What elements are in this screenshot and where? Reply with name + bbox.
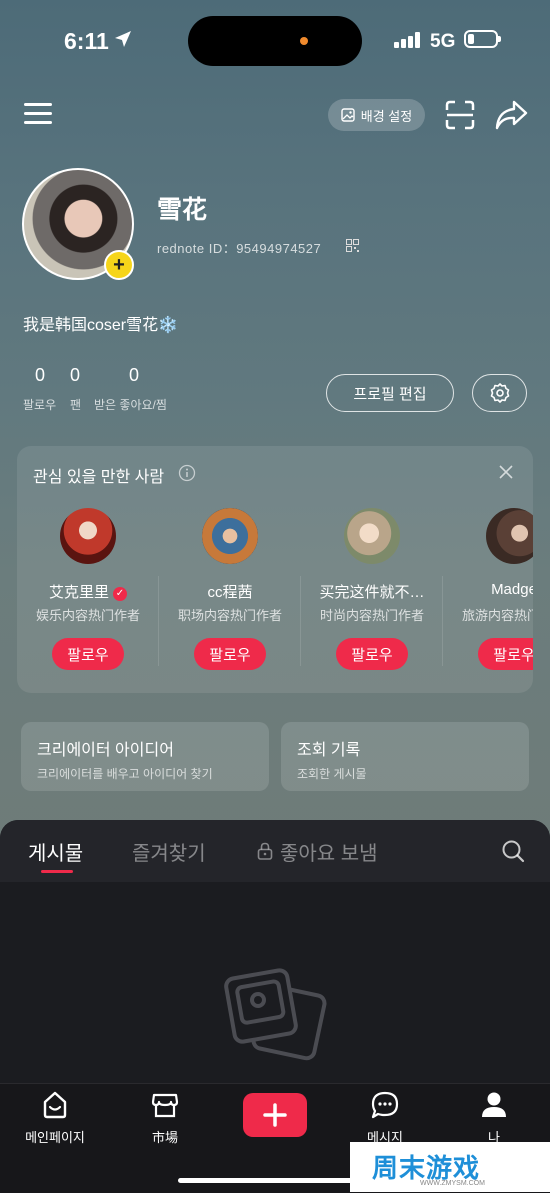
- recommend-name[interactable]: Madge: [443, 581, 533, 598]
- rednote-id: rednote ID：95494974527: [157, 241, 322, 256]
- recommend-avatar[interactable]: [344, 508, 400, 564]
- follow-button[interactable]: 팔로우: [336, 638, 408, 670]
- scan-icon[interactable]: [444, 99, 476, 131]
- background-settings-label: 배경 설정: [360, 108, 413, 124]
- recommend-user-card[interactable]: Madge 旅游内容热门作者 팔로우: [443, 508, 533, 678]
- nav-market-label: 市場: [151, 1130, 178, 1145]
- verified-badge-icon: ✓: [113, 587, 127, 601]
- tab-active-indicator: [41, 870, 73, 873]
- network-type: 5G: [430, 31, 456, 52]
- site-watermark: 周末游戏 WWW.ZMYSM.COM: [350, 1142, 550, 1192]
- share-icon[interactable]: [494, 99, 528, 131]
- create-post-button[interactable]: [243, 1093, 307, 1137]
- recommend-avatar[interactable]: [202, 508, 258, 564]
- menu-icon[interactable]: [24, 101, 52, 125]
- tab-liked[interactable]: 좋아요 보냄: [280, 837, 378, 866]
- plus-icon: [263, 1103, 287, 1127]
- nav-me[interactable]: 나: [449, 1090, 539, 1146]
- home-indicator: [178, 1178, 372, 1183]
- recommend-title: 관심 있을 만한 사람: [33, 469, 165, 486]
- add-story-plus-icon[interactable]: +: [104, 250, 134, 280]
- dynamic-island: [188, 16, 362, 66]
- search-icon[interactable]: [501, 839, 525, 863]
- user-icon: [482, 1092, 506, 1117]
- status-bar: 6:11 5G: [0, 0, 550, 84]
- profile-name: 雪花: [157, 196, 208, 224]
- follow-button[interactable]: 팔로우: [52, 638, 124, 670]
- recommend-desc: 职场内容热门作者: [177, 608, 282, 623]
- recommend-user-card[interactable]: 艾克里里 ✓ 娱乐内容热门作者 팔로우: [17, 508, 159, 678]
- tile-title: 크리에이터 아이디어: [37, 742, 174, 759]
- empty-photos-icon: [224, 968, 327, 1061]
- recommend-avatar[interactable]: [486, 508, 533, 564]
- recommend-desc: 娱乐内容热门作者: [35, 608, 140, 623]
- likes-label[interactable]: 받은 좋아요/찜: [94, 396, 167, 413]
- watermark-url: WWW.ZMYSM.COM: [420, 1180, 485, 1187]
- fans-count[interactable]: 0: [70, 365, 80, 386]
- location-arrow-icon: [115, 31, 131, 47]
- follow-button[interactable]: 팔로우: [478, 638, 533, 670]
- tile-subtitle: 크리에이터를 배우고 아이디어 찾기: [37, 767, 213, 781]
- store-icon: [151, 1093, 179, 1118]
- edit-profile-button[interactable]: 프로필 편집: [326, 374, 454, 412]
- following-label[interactable]: 팔로우: [23, 396, 56, 413]
- recommend-card: 관심 있을 만한 사람 艾克里里 ✓ 娱乐内容热门作者 팔로우 cc程茜 职场内容…: [17, 446, 533, 693]
- nav-home-label: 메인페이지: [25, 1130, 85, 1145]
- close-icon[interactable]: [499, 465, 513, 479]
- message-icon: [371, 1091, 399, 1119]
- recommend-avatar[interactable]: [60, 508, 116, 564]
- tab-favorites[interactable]: 즐겨찾기: [132, 837, 206, 866]
- signal-icon: [394, 32, 420, 48]
- creator-ideas-tile[interactable]: 크리에이터 아이디어 크리에이터를 배우고 아이디어 찾기: [21, 722, 269, 791]
- follow-button[interactable]: 팔로우: [194, 638, 266, 670]
- info-icon[interactable]: [178, 464, 196, 482]
- nav-home[interactable]: 메인페이지: [10, 1090, 100, 1146]
- battery-icon: [464, 30, 501, 48]
- fans-label[interactable]: 팬: [70, 396, 81, 413]
- lock-icon: [257, 842, 273, 860]
- status-time: 6:11: [64, 28, 109, 54]
- profile-bio: 我是韩国coser雪花❄️: [23, 317, 179, 334]
- content-tabs: 게시물 즐겨찾기 좋아요 보냄: [0, 820, 550, 882]
- background-settings-button[interactable]: 배경 설정: [328, 99, 425, 131]
- tile-title: 조회 기록: [297, 742, 361, 759]
- nav-market[interactable]: 市場: [120, 1090, 210, 1146]
- recommend-user-card[interactable]: 买完这件就不… 时尚内容热门作者 팔로우: [301, 508, 443, 678]
- tile-subtitle: 조회한 게시물: [297, 767, 367, 781]
- gear-icon: [490, 383, 509, 403]
- home-icon: [43, 1091, 67, 1119]
- recommend-name[interactable]: cc程茜: [159, 581, 301, 602]
- nav-messages[interactable]: 메시지: [340, 1090, 430, 1146]
- recommend-name[interactable]: 买完这件就不…: [301, 581, 443, 602]
- likes-count[interactable]: 0: [129, 365, 139, 386]
- image-icon: [341, 108, 355, 122]
- following-count[interactable]: 0: [35, 365, 45, 386]
- qr-code-icon[interactable]: [346, 239, 359, 252]
- recommend-desc: 旅游内容热门作者: [461, 608, 533, 623]
- recommend-name[interactable]: 艾克里里 ✓: [17, 581, 159, 602]
- recommend-user-card[interactable]: cc程茜 职场内容热门作者 팔로우: [159, 508, 301, 678]
- settings-button[interactable]: [472, 374, 527, 412]
- view-history-tile[interactable]: 조회 기록 조회한 게시물: [281, 722, 529, 791]
- tab-posts[interactable]: 게시물: [28, 837, 83, 866]
- recommend-desc: 时尚内容热门作者: [319, 608, 424, 623]
